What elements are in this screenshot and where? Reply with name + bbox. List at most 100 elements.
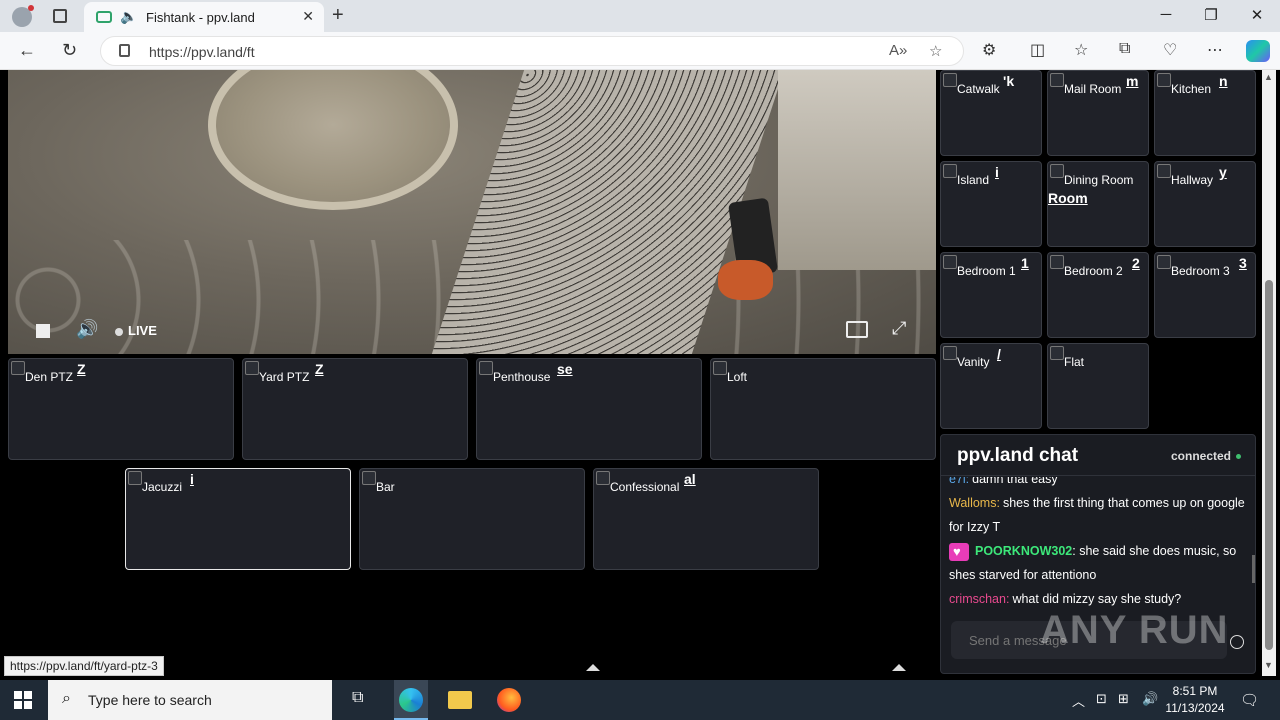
cam-tile-kitchen[interactable]: Kitchen n [1154, 70, 1256, 156]
connected-dot-icon [1236, 454, 1241, 459]
close-tab-icon[interactable]: ✕ [302, 8, 314, 25]
volume-icon[interactable]: 🔊 [76, 319, 98, 340]
cam-name: Yard PTZ [259, 370, 310, 384]
scroll-thumb[interactable] [1265, 280, 1273, 650]
cam-tile-bar[interactable]: Bar [359, 468, 585, 570]
notification-icon[interactable]: 🗨 [1240, 691, 1259, 709]
browser-essentials-icon[interactable]: ♡ [1163, 40, 1177, 60]
cam-tile-bedroom-1[interactable]: Bedroom 1 1 [940, 252, 1042, 338]
address-bar[interactable]: https://ppv.land/ft A» ☆ [100, 36, 964, 66]
lock-icon[interactable] [119, 44, 130, 57]
extensions-icon[interactable]: ⚙ [982, 40, 996, 60]
chat-username[interactable]: crimschan: [949, 592, 1009, 606]
cam-mark: y [1219, 164, 1227, 180]
cam-tile-mail-room[interactable]: Mail Room m [1047, 70, 1149, 156]
maximize-button[interactable]: ❐ [1201, 6, 1221, 24]
minimize-button[interactable]: ─ [1156, 6, 1176, 23]
cam-mark: m [1126, 73, 1139, 89]
broken-image-icon [362, 471, 376, 485]
cam-tile-island[interactable]: Island i [940, 161, 1042, 247]
chat-username[interactable]: POORKNOW302 [975, 544, 1072, 558]
chevron-up-icon[interactable] [892, 664, 906, 671]
favorites-icon[interactable]: ☆ [1074, 40, 1088, 60]
cam-tile-dining-room[interactable]: Dining Room Room [1047, 161, 1149, 247]
chat-message: Walloms: shes the first thing that comes … [949, 491, 1249, 539]
browser-tab-bar: 🔈 Fishtank - ppv.land ✕ + ─ ❐ ✕ [0, 0, 1280, 32]
chat-username[interactable]: Walloms: [949, 496, 1000, 510]
collections-icon[interactable]: ⧉ [1119, 40, 1130, 58]
tab-title: Fishtank - ppv.land [146, 10, 255, 25]
speaker-icon[interactable]: 🔈 [120, 8, 137, 25]
cam-name: Jacuzzi [142, 480, 183, 494]
copilot-icon[interactable] [1246, 40, 1270, 62]
emoji-icon[interactable] [1230, 635, 1244, 649]
refresh-button[interactable]: ↻ [62, 40, 77, 61]
favorite-star-icon[interactable]: ☆ [929, 42, 942, 60]
cam-tile-catwalk[interactable]: Catwalk 'k [940, 70, 1042, 156]
picture-in-picture-button[interactable] [846, 321, 868, 338]
cam-tile-jacuzzi[interactable]: Jacuzzi i [125, 468, 351, 570]
chevron-up-icon[interactable] [586, 664, 600, 671]
cam-name: Flat [1064, 355, 1085, 369]
more-menu-icon[interactable]: ⋯ [1207, 40, 1223, 60]
cam-mark: i [190, 471, 194, 487]
notification-dot [28, 5, 34, 11]
windows-start-icon[interactable] [14, 691, 32, 709]
cam-tile-confessional[interactable]: Confessional al [593, 468, 819, 570]
tray-chevron-icon[interactable]: ︿ [1072, 691, 1085, 710]
chat-username[interactable]: e7l: [949, 477, 969, 486]
cam-mark: Z [315, 361, 324, 377]
page-scrollbar[interactable]: ▲ ▼ [1262, 70, 1276, 676]
cam-mark: 'k [1003, 73, 1015, 89]
cam-name: Bedroom 3 [1171, 264, 1230, 278]
cam-name: Bedroom 2 [1064, 264, 1123, 278]
stop-button[interactable] [36, 324, 50, 338]
cam-tile-bedroom-2[interactable]: Bedroom 2 2 [1047, 252, 1149, 338]
url-text[interactable]: https://ppv.land/ft [149, 44, 255, 60]
taskbar-search[interactable]: ⌕ Type here to search [48, 680, 332, 720]
broken-image-icon [943, 73, 957, 87]
windows-taskbar: ⌕ Type here to search ⧉ ︿ ⊡ ⊞ 🔊 8:51 PM … [0, 680, 1280, 720]
network-icon[interactable]: ⊞ [1118, 691, 1129, 707]
chat-status: connected [1170, 449, 1231, 463]
read-aloud-icon[interactable]: A» [889, 42, 907, 59]
firefox-icon[interactable] [497, 688, 521, 712]
scroll-up-icon[interactable]: ▲ [1264, 72, 1273, 82]
back-button[interactable]: ← [18, 40, 36, 61]
clock-time[interactable]: 8:51 PM [1155, 684, 1235, 698]
broken-image-icon [128, 471, 142, 485]
cam-tile-den-ptz[interactable]: Den PTZ Z [8, 358, 234, 460]
cam-tile-yard-ptz[interactable]: Yard PTZ Z [242, 358, 468, 460]
cam-tile-bedroom-3[interactable]: Bedroom 3 3 [1154, 252, 1256, 338]
broken-image-icon [1157, 255, 1171, 269]
cam-tile-hallway[interactable]: Hallway y [1154, 161, 1256, 247]
scroll-down-icon[interactable]: ▼ [1264, 660, 1273, 670]
cam-tile-penthouse[interactable]: Penthouse se [476, 358, 702, 460]
cam-tile-loft[interactable]: Loft [710, 358, 936, 460]
chat-scrollbar[interactable] [1252, 555, 1255, 583]
cam-name: Bedroom 1 [957, 264, 1016, 278]
cam-mark: / [997, 346, 1001, 362]
split-screen-icon[interactable]: ◫ [1030, 40, 1045, 60]
browser-tab[interactable]: 🔈 Fishtank - ppv.land ✕ [84, 2, 324, 32]
main-video-player[interactable]: 🔊 LIVE ⤢ [8, 70, 936, 354]
clock-date[interactable]: 11/13/2024 [1155, 701, 1235, 715]
file-explorer-icon[interactable] [448, 691, 472, 709]
tray-app-icon[interactable]: ⊡ [1096, 691, 1107, 707]
broken-image-icon [1050, 164, 1064, 178]
cam-name: Island [957, 173, 990, 187]
live-label: LIVE [128, 323, 157, 338]
chat-text: what did mizzy say she study? [1012, 592, 1182, 606]
fullscreen-icon[interactable]: ⤢ [892, 318, 906, 339]
broken-image-icon [245, 361, 259, 375]
task-view-icon[interactable]: ⧉ [352, 689, 363, 707]
edge-icon[interactable] [399, 688, 423, 712]
new-tab-button[interactable]: + [332, 4, 344, 27]
search-placeholder: Type here to search [88, 692, 212, 708]
tab-actions-icon[interactable] [53, 9, 67, 23]
cam-tile-flat[interactable]: Flat [1047, 343, 1149, 429]
cam-name: Dining Room [1064, 173, 1134, 187]
cam-tile-vanity[interactable]: Vanity / [940, 343, 1042, 429]
close-window-button[interactable]: ✕ [1247, 6, 1267, 24]
watermark-logo: ANY RUN [1040, 608, 1229, 652]
